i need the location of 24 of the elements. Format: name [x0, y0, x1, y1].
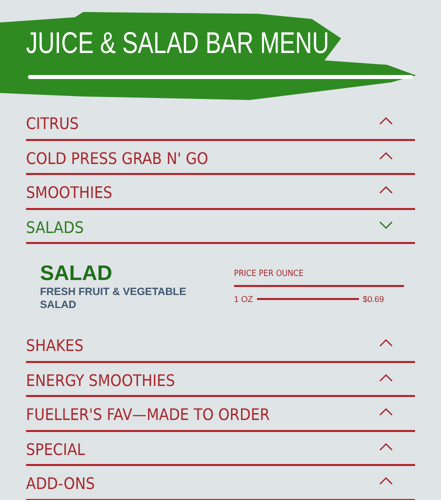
section-heading[interactable]: SALADS: [26, 216, 84, 240]
chevron-up-icon[interactable]: [379, 374, 393, 382]
section-heading[interactable]: SHAKES: [26, 334, 84, 358]
item-name: SALAD: [40, 262, 114, 286]
chevron-up-icon[interactable]: [379, 339, 393, 348]
section-heading[interactable]: ADD-ONS: [26, 472, 95, 496]
section-heading[interactable]: COLD PRESS GRAB N' GO: [26, 146, 208, 171]
chevron-down-icon[interactable]: [379, 220, 393, 229]
price-heading: PRICE PER OUNCE: [234, 268, 404, 287]
menu-title: JUICE & SALAD BAR MENU: [26, 26, 329, 62]
section-heading[interactable]: CITRUS: [26, 112, 79, 136]
section-heading[interactable]: SMOOTHIES: [26, 181, 112, 206]
chevron-up-icon[interactable]: [379, 442, 393, 451]
section-heading[interactable]: SPECIAL: [26, 438, 86, 462]
price: $0.69: [362, 292, 384, 306]
item-description: FRESH FRUIT & VEGETABLE SALAD: [40, 286, 188, 312]
chevron-up-icon[interactable]: [379, 408, 393, 416]
section-heading[interactable]: ENERGY SMOOTHIES: [26, 368, 175, 393]
chevron-up-icon[interactable]: [379, 152, 393, 160]
section-heading[interactable]: FUELLER'S FAV—MADE TO ORDER: [26, 403, 270, 428]
portion-size: 1 OZ: [234, 292, 253, 306]
chevron-up-icon[interactable]: [379, 186, 393, 194]
chevron-up-icon[interactable]: [379, 117, 393, 126]
chevron-up-icon[interactable]: [379, 477, 393, 486]
